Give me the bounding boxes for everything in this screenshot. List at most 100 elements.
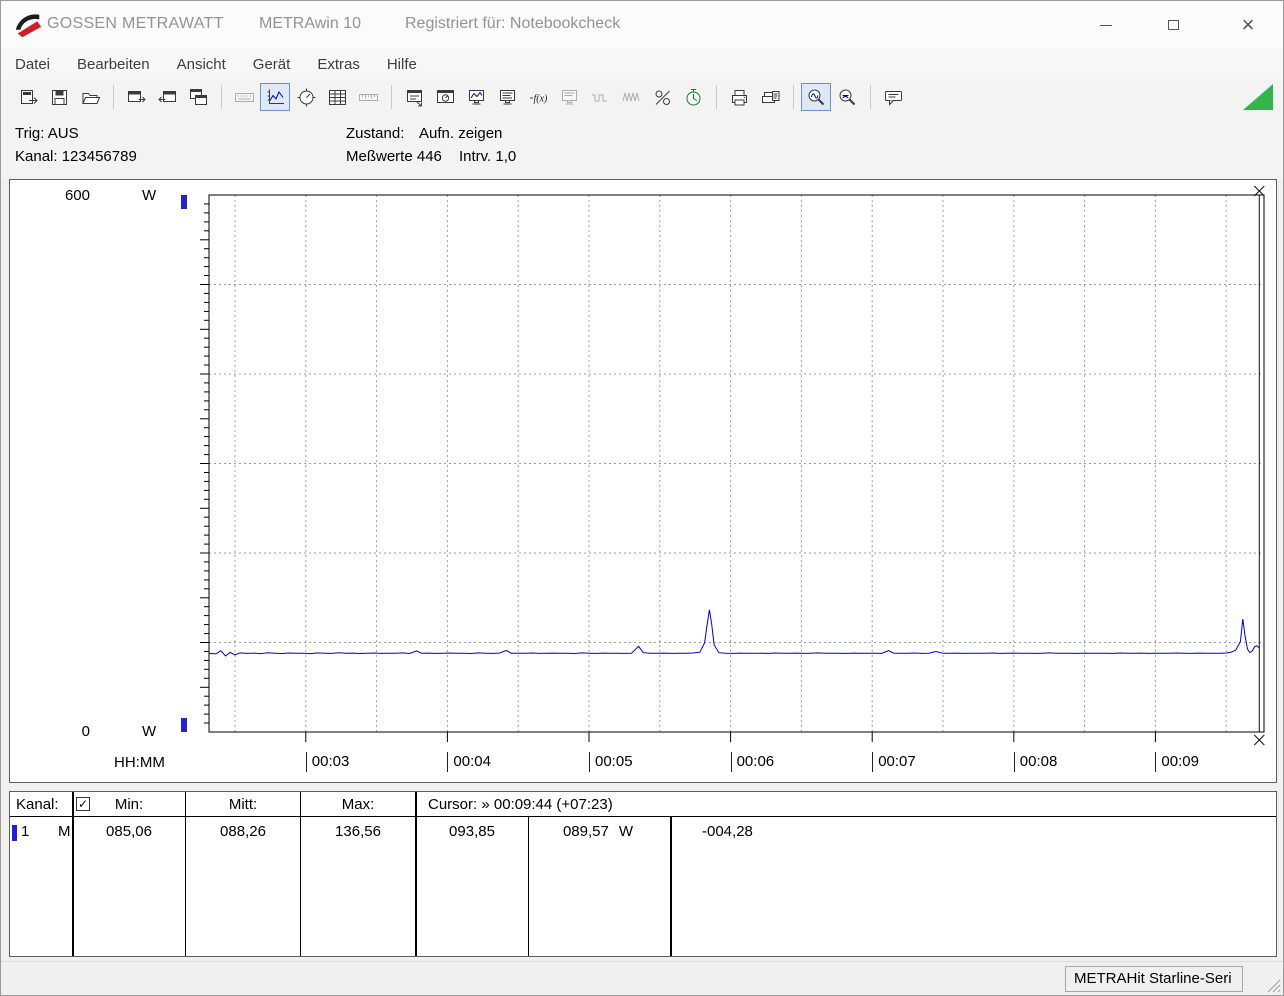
chart-line-button[interactable] <box>260 83 290 111</box>
menu-hilfe[interactable]: Hilfe <box>387 56 417 73</box>
y-unit-top: W <box>142 187 157 204</box>
menu-datei[interactable]: Datei <box>15 56 50 73</box>
window-gauge-button[interactable] <box>430 83 460 111</box>
folder-open-button[interactable] <box>75 83 105 111</box>
header-min: Min: <box>114 796 144 813</box>
registered-to: Registriert für: Notebookcheck <box>405 15 621 32</box>
table-grid-line <box>415 792 417 956</box>
table-grid-line <box>300 792 301 956</box>
toolbar-buttons: f(x) <box>13 83 909 111</box>
interval-value: Intrv. 1,0 <box>459 148 517 165</box>
value-cursor2: 089,57 <box>562 823 609 840</box>
export-window-icon <box>126 87 147 108</box>
power-chart[interactable] <box>10 180 1276 782</box>
save-icon <box>49 87 70 108</box>
wave-low-button <box>585 83 615 111</box>
value-cursor: 093,85 <box>449 823 495 840</box>
annotation-icon <box>883 87 904 108</box>
folder-open-icon <box>80 87 101 108</box>
minimize-button[interactable] <box>1083 9 1129 41</box>
print-icon <box>729 87 750 108</box>
annotation-button[interactable] <box>878 83 908 111</box>
x-tick-label: 00:03 <box>305 752 349 772</box>
print-button[interactable] <box>724 83 754 111</box>
zoom-reset-button[interactable] <box>832 83 862 111</box>
brand-title: GOSSEN METRAWATT <box>47 15 224 32</box>
table-header-divider <box>10 816 1276 817</box>
toolbar-separator <box>113 85 114 109</box>
value-table-icon <box>327 87 348 108</box>
x-tick-label: 00:07 <box>872 752 916 772</box>
window-gauge-icon <box>435 87 456 108</box>
save-button[interactable] <box>44 83 74 111</box>
x-tick-label: 00:05 <box>589 752 633 772</box>
gossen-metrawatt-logo <box>15 14 42 38</box>
zoom-curve-button[interactable] <box>801 83 831 111</box>
metrawin-window: GOSSEN METRAWATT METRAwin 10 Registriert… <box>0 0 1284 996</box>
monitor-chart-button[interactable] <box>461 83 491 111</box>
menu-bearbeiten[interactable]: Bearbeiten <box>77 56 150 73</box>
value-delta: -004,28 <box>702 823 753 840</box>
keyboard-icon <box>234 87 255 108</box>
function-fx-button[interactable]: f(x) <box>523 83 553 111</box>
app-title: METRAwin 10 <box>259 15 361 32</box>
device-status-panel: Trig: AUS Kanal: 123456789 Zustand: Aufn… <box>1 115 1283 179</box>
copy-window-button[interactable] <box>183 83 213 111</box>
timer-clock-button[interactable] <box>678 83 708 111</box>
x-tick-label: 00:04 <box>447 752 491 772</box>
header-cursor: Cursor: » 00:09:44 (+07:23) <box>428 796 613 813</box>
percent-timer-button[interactable] <box>647 83 677 111</box>
zustand-label: Zustand: <box>346 125 405 142</box>
header-kanal: Kanal: <box>16 796 59 813</box>
trigger-status: Trig: AUS <box>15 125 79 142</box>
title-bar: GOSSEN METRAWATT METRAwin 10 Registriert… <box>1 1 1283 49</box>
menu-ansicht[interactable]: Ansicht <box>177 56 226 73</box>
channel-number: 1 <box>21 823 30 840</box>
value-min: 085,06 <box>106 823 152 840</box>
table-grid-line <box>72 792 74 956</box>
toolbar-separator <box>716 85 717 109</box>
menu-geraet[interactable]: Gerät <box>253 56 291 73</box>
x-tick-label: 00:08 <box>1013 752 1057 772</box>
maximize-icon <box>1167 20 1179 30</box>
window-list-button[interactable] <box>399 83 429 111</box>
channel-table: Kanal: ✓ Min: Mitt: Max: Cursor: » 00:09… <box>9 791 1277 957</box>
open-data-button[interactable] <box>13 83 43 111</box>
ruler-icon <box>358 87 379 108</box>
timer-clock-icon <box>683 87 704 108</box>
x-axis-label: HH:MM <box>114 754 165 771</box>
header-max: Max: <box>341 796 375 813</box>
wave-high-icon <box>621 87 642 108</box>
window-list-icon <box>404 87 425 108</box>
print-page-icon <box>760 87 781 108</box>
svg-text:f(x): f(x) <box>533 93 548 104</box>
monitor-button[interactable] <box>492 83 522 111</box>
open-data-icon <box>18 87 39 108</box>
monitor-off-button <box>554 83 584 111</box>
maximize-button[interactable] <box>1150 9 1196 41</box>
table-grid-line <box>670 817 672 956</box>
print-page-button[interactable] <box>755 83 785 111</box>
menu-extras[interactable]: Extras <box>317 56 360 73</box>
value-unit: W <box>618 823 634 840</box>
x-tick-label: 00:06 <box>730 752 774 772</box>
close-icon: × <box>1241 12 1255 37</box>
value-table-button[interactable] <box>322 83 352 111</box>
ruler-button <box>353 83 383 111</box>
header-mitt: Mitt: <box>228 796 258 813</box>
analog-gauge-button[interactable] <box>291 83 321 111</box>
minimize-icon <box>1100 24 1112 26</box>
export-window-button[interactable] <box>121 83 151 111</box>
wave-high-button <box>616 83 646 111</box>
table-grid-line <box>185 792 186 956</box>
device-name-field: METRAHit Starline-Seri <box>1065 966 1243 992</box>
resize-grip[interactable] <box>1264 976 1282 994</box>
close-button[interactable]: × <box>1225 9 1271 41</box>
zustand-value: Aufn. zeigen <box>419 125 503 142</box>
chart-line-icon <box>265 87 286 108</box>
import-window-button[interactable] <box>152 83 182 111</box>
toolbar-separator <box>391 85 392 109</box>
toolbar-separator <box>870 85 871 109</box>
toolbar-separator <box>221 85 222 109</box>
power-chart-svg <box>181 185 1265 746</box>
